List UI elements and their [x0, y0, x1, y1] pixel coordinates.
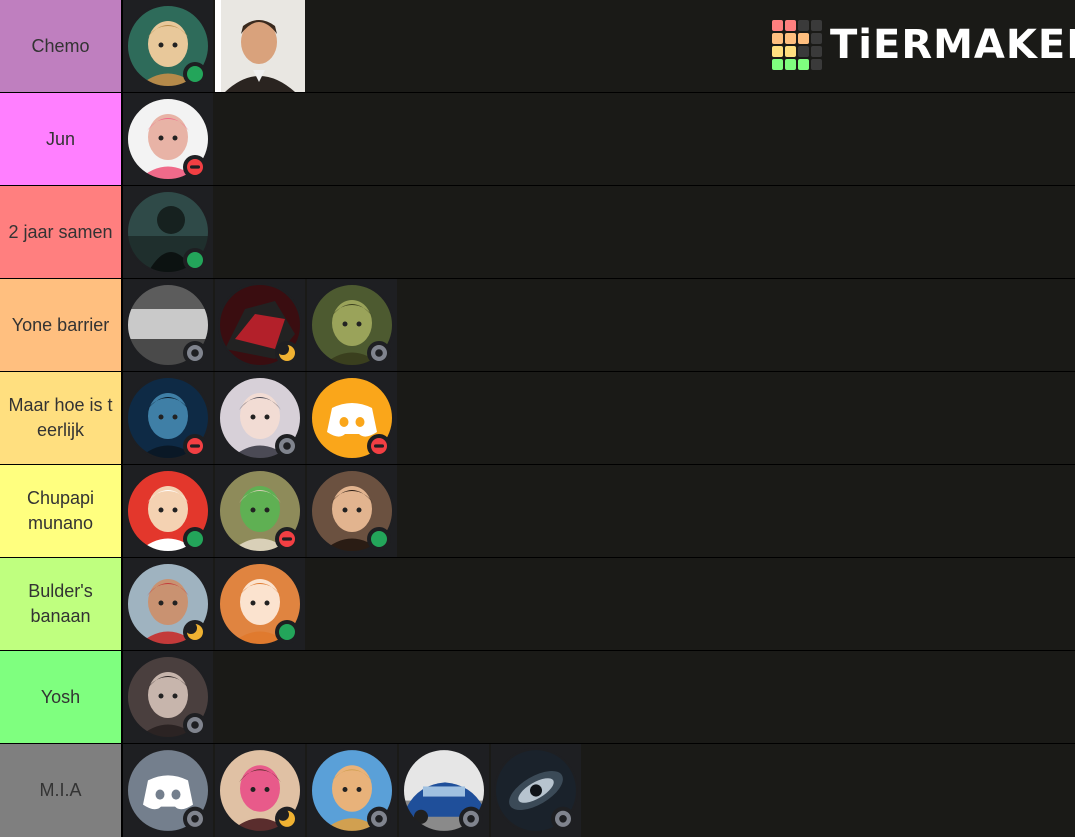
- pink-fox-avatar-icon: [215, 744, 305, 837]
- pink-fox-avatar-icon[interactable]: [215, 744, 305, 837]
- blue-creature-avatar-icon: [123, 372, 213, 464]
- tier-label[interactable]: 2 jaar samen: [0, 186, 123, 278]
- logo-grid-icon: [772, 20, 822, 70]
- tier-label[interactable]: M.I.A: [0, 744, 123, 837]
- orange-hair-anime-avatar-icon[interactable]: [215, 558, 305, 650]
- sombrero-avatar-icon: [307, 744, 397, 837]
- tier-row: Yosh: [0, 651, 1075, 743]
- tier-label[interactable]: Chemo: [0, 0, 123, 92]
- tier-label[interactable]: Chupapi munano: [0, 465, 123, 557]
- tier-list-board: Chemo Jun 2 jaar samen Yone barrier Maar hoe…: [0, 0, 1075, 837]
- two-men-avatar-icon[interactable]: [307, 465, 397, 557]
- tier-items[interactable]: [123, 93, 1075, 185]
- galaxy-avatar-icon[interactable]: [491, 744, 581, 837]
- elf-anime-avatar-icon[interactable]: [123, 0, 213, 92]
- tier-items[interactable]: [123, 558, 1075, 650]
- man-portrait-photo-icon[interactable]: [215, 0, 305, 92]
- galaxy-avatar-icon: [491, 744, 581, 837]
- discord-grey-avatar-icon: [123, 744, 213, 837]
- red-robot-avatar-icon[interactable]: [215, 279, 305, 371]
- yu-gi-wa-text-avatar-icon[interactable]: [123, 279, 213, 371]
- dark-anime-boy-avatar-icon[interactable]: [123, 651, 213, 743]
- bald-man-worm-avatar-icon[interactable]: [123, 93, 213, 185]
- yu-gi-wa-text-avatar-icon: [123, 279, 213, 371]
- tier-label[interactable]: Yosh: [0, 651, 123, 743]
- tiermaker-logo: TiERMAKER: [772, 20, 1075, 70]
- discord-orange-avatar-icon[interactable]: [307, 372, 397, 464]
- blue-car-avatar-icon[interactable]: [399, 744, 489, 837]
- tier-row: 2 jaar samen: [0, 186, 1075, 278]
- tier-items[interactable]: [123, 651, 1075, 743]
- discord-orange-avatar-icon: [307, 372, 397, 464]
- man-street-photo-avatar-icon[interactable]: [123, 558, 213, 650]
- tier-items[interactable]: [123, 279, 1075, 371]
- man-street-photo-avatar-icon: [123, 558, 213, 650]
- tier-label[interactable]: Maar hoe is t eerlijk: [0, 372, 123, 464]
- green-hat-character-avatar-icon: [215, 465, 305, 557]
- red-robot-avatar-icon: [215, 279, 305, 371]
- lizard-avatar-icon[interactable]: [307, 279, 397, 371]
- tier-row: Chupapi munano: [0, 465, 1075, 557]
- blue-creature-avatar-icon[interactable]: [123, 372, 213, 464]
- lizard-avatar-icon: [307, 279, 397, 371]
- chef-honk-avatar-icon[interactable]: [123, 465, 213, 557]
- tier-items[interactable]: [123, 744, 1075, 837]
- chef-honk-avatar-icon: [123, 465, 213, 557]
- tier-items[interactable]: [123, 186, 1075, 278]
- discord-grey-avatar-icon[interactable]: [123, 744, 213, 837]
- sombrero-avatar-icon[interactable]: [307, 744, 397, 837]
- logo-text: TiERMAKER: [830, 22, 1075, 68]
- tier-row: Maar hoe is t eerlijk: [0, 372, 1075, 464]
- tier-label[interactable]: Bulder's banaan: [0, 558, 123, 650]
- green-hat-character-avatar-icon[interactable]: [215, 465, 305, 557]
- two-men-avatar-icon: [307, 465, 397, 557]
- orange-hair-anime-avatar-icon: [215, 558, 305, 650]
- dark-silhouette-avatar-icon[interactable]: [123, 186, 213, 278]
- bald-man-worm-avatar-icon: [123, 93, 213, 185]
- tier-label[interactable]: Jun: [0, 93, 123, 185]
- tier-row: Jun: [0, 93, 1075, 185]
- tier-label[interactable]: Yone barrier: [0, 279, 123, 371]
- dark-anime-boy-avatar-icon: [123, 651, 213, 743]
- tier-row: M.I.A: [0, 744, 1075, 837]
- tier-items[interactable]: [123, 465, 1075, 557]
- tier-row: Yone barrier: [0, 279, 1075, 371]
- tier-items[interactable]: [123, 372, 1075, 464]
- dark-silhouette-avatar-icon: [123, 186, 213, 278]
- tier-row: Bulder's banaan: [0, 558, 1075, 650]
- man-portrait-photo-icon: [215, 0, 305, 92]
- elf-anime-avatar-icon: [123, 0, 213, 92]
- anime-girl-avatar-icon: [215, 372, 305, 464]
- blue-car-avatar-icon: [399, 744, 489, 837]
- anime-girl-avatar-icon[interactable]: [215, 372, 305, 464]
